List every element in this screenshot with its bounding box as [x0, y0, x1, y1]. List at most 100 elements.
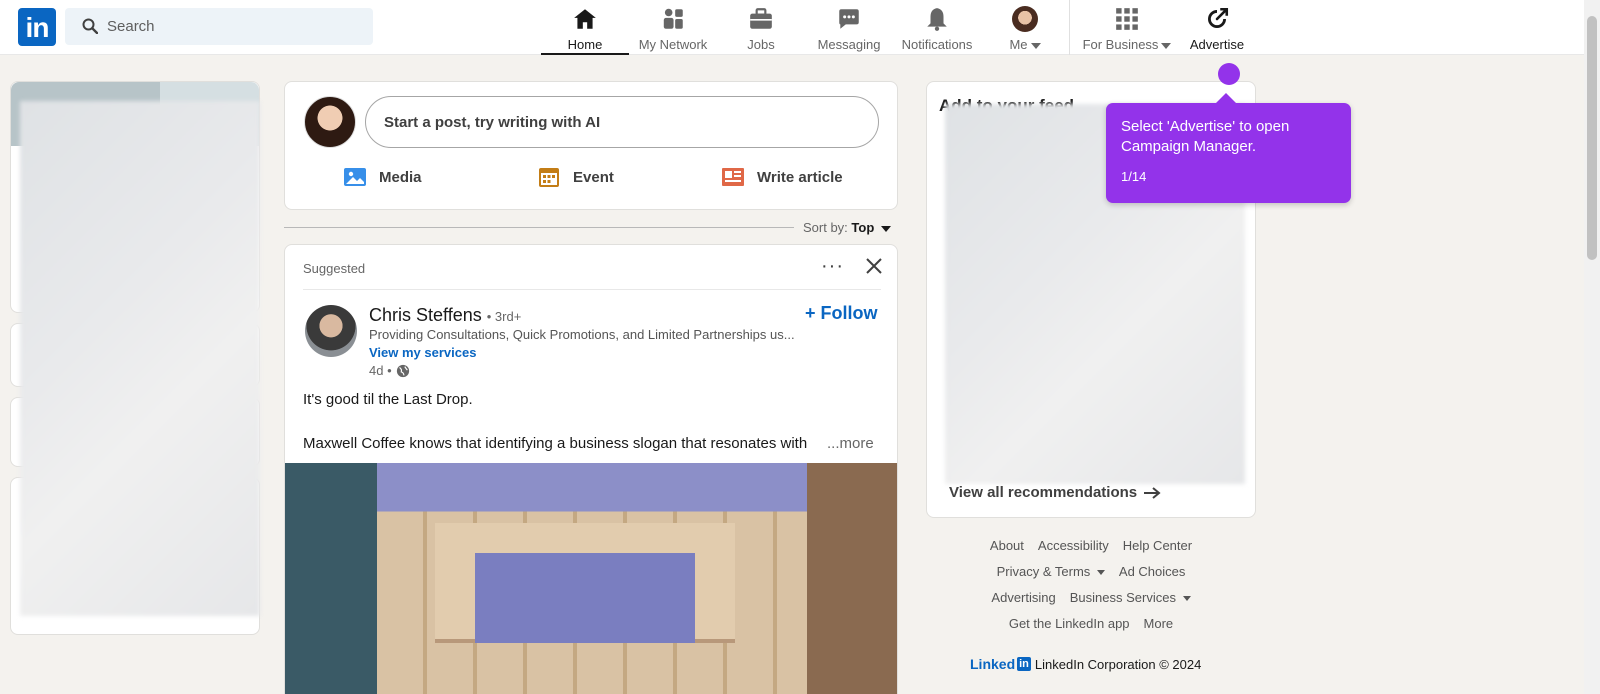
sort-value: Top	[851, 220, 875, 235]
suggested-label: Suggested	[303, 261, 366, 276]
nav-my-network-label: My Network	[638, 37, 708, 52]
guide-beacon[interactable]	[1218, 63, 1240, 85]
chevron-down-icon	[880, 225, 891, 232]
nav-home[interactable]: Home	[541, 4, 629, 55]
linkedin-logo[interactable]: in	[18, 8, 56, 46]
footer-link-business-label: Business Services	[1069, 590, 1176, 605]
nav-jobs[interactable]: Jobs	[717, 4, 805, 55]
footer-link-advertising[interactable]: Advertising	[991, 590, 1055, 616]
sort-bar: Sort by: Top	[284, 220, 898, 236]
author-avatar[interactable]	[305, 305, 357, 357]
nav-divider	[1069, 0, 1070, 55]
footer-logo-text: Linked	[970, 656, 1016, 672]
nav-messaging-label: Messaging	[817, 37, 881, 52]
post-composer: Start a post, try writing with AI Media …	[284, 81, 898, 210]
scrollbar-thumb[interactable]	[1587, 16, 1597, 260]
sort-dropdown[interactable]: Sort by: Top	[803, 220, 891, 235]
grid-icon	[1116, 8, 1138, 30]
footer-link-accessibility[interactable]: Accessibility	[1038, 538, 1109, 564]
post-time-text: 4d •	[369, 363, 392, 378]
more-options-icon[interactable]: ···	[821, 255, 844, 278]
nav-advertise[interactable]: Advertise	[1177, 4, 1257, 55]
footer-logo-box: in	[1017, 657, 1031, 671]
blurred-region	[20, 101, 260, 616]
nav-for-business-label-wrap: For Business	[1077, 37, 1177, 52]
author-name[interactable]: Chris Steffens • 3rd+	[369, 305, 521, 326]
nav-jobs-label: Jobs	[747, 37, 775, 52]
view-services-link[interactable]: View my services	[369, 345, 476, 360]
post-text: Maxwell Coffee knows that identifying a …	[303, 435, 808, 452]
nav-notifications[interactable]: Notifications	[893, 4, 981, 55]
author-headline: Providing Consultations, Quick Promotion…	[369, 327, 795, 342]
sort-divider	[284, 227, 794, 228]
post-text: It's good til the Last Drop.	[303, 391, 473, 408]
footer-row: Privacy & Terms Ad Choices	[926, 564, 1256, 590]
view-all-recommendations-link[interactable]: View all recommendations	[949, 484, 1161, 501]
connection-degree: • 3rd+	[486, 309, 522, 324]
home-icon	[574, 9, 596, 29]
sort-label: Sort by:	[803, 220, 848, 235]
see-more-link[interactable]: ...more	[827, 435, 874, 452]
feed-post: Suggested ··· Chris Steffens • 3rd+ Prov…	[284, 244, 898, 694]
chevron-down-icon	[1030, 42, 1041, 49]
chat-icon	[839, 9, 859, 29]
footer-link-more[interactable]: More	[1144, 616, 1174, 642]
search-box[interactable]	[65, 8, 373, 45]
media-button[interactable]: Media	[343, 162, 422, 192]
post-media[interactable]	[285, 463, 897, 694]
nav-for-business[interactable]: For Business	[1077, 4, 1177, 55]
search-icon	[82, 18, 98, 34]
nav-me[interactable]: Me	[981, 4, 1069, 55]
close-icon[interactable]	[863, 255, 885, 277]
nav-for-business-label: For Business	[1082, 37, 1159, 52]
chevron-down-icon	[1096, 570, 1105, 576]
nav-my-network[interactable]: My Network	[629, 4, 717, 55]
nav-messaging[interactable]: Messaging	[805, 4, 893, 55]
footer-link-about[interactable]: About	[990, 538, 1024, 564]
bell-icon	[927, 8, 947, 31]
advertise-icon	[1208, 7, 1229, 28]
view-all-label: View all recommendations	[949, 484, 1138, 501]
search-input[interactable]	[107, 8, 367, 45]
author-name-text: Chris Steffens	[369, 305, 482, 325]
chevron-down-icon	[1182, 596, 1191, 602]
footer-link-privacy-terms[interactable]: Privacy & Terms	[997, 564, 1105, 590]
post-time: 4d •	[369, 363, 410, 378]
nav-me-label: Me	[1009, 37, 1028, 52]
start-post-button[interactable]: Start a post, try writing with AI	[365, 96, 879, 148]
tooltip-message: Select 'Advertise' to open Campaign Mana…	[1121, 118, 1290, 155]
guide-tooltip: Select 'Advertise' to open Campaign Mana…	[1106, 93, 1351, 203]
footer-row: Get the LinkedIn app More	[926, 616, 1256, 642]
footer-links: About Accessibility Help Center Privacy …	[926, 538, 1256, 642]
nav-me-label-wrap: Me	[981, 37, 1069, 52]
nav-advertise-label: Advertise	[1189, 37, 1245, 52]
footer-row: About Accessibility Help Center	[926, 538, 1256, 564]
event-button[interactable]: Event	[537, 162, 614, 192]
footer-link-get-app[interactable]: Get the LinkedIn app	[1009, 616, 1130, 642]
footer-link-help-center[interactable]: Help Center	[1123, 538, 1192, 564]
footer-row: Advertising Business Services	[926, 590, 1256, 616]
top-nav: in Home My Network Jobs Messaging Notifi…	[0, 0, 1584, 55]
me-avatar	[1012, 6, 1038, 32]
media-image-detail	[475, 553, 695, 643]
tooltip-step-counter: 1/14	[1121, 169, 1147, 184]
page-scrollbar[interactable]	[1584, 0, 1600, 694]
follow-button[interactable]: + Follow	[805, 303, 878, 324]
globe-icon	[396, 364, 409, 377]
footer-link-ad-choices[interactable]: Ad Choices	[1119, 564, 1185, 590]
copyright-text: LinkedIn Corporation © 2024	[1034, 656, 1202, 672]
arrow-right-icon	[1144, 486, 1161, 499]
nav-home-label: Home	[567, 37, 603, 52]
event-label: Event	[573, 168, 614, 186]
calendar-icon	[539, 168, 559, 187]
chevron-down-icon	[1161, 42, 1172, 49]
write-article-button[interactable]: Write article	[721, 162, 843, 192]
post-divider	[303, 289, 881, 290]
footer-link-privacy-label: Privacy & Terms	[996, 564, 1091, 579]
avatar[interactable]	[304, 96, 356, 148]
footer-link-business-services[interactable]: Business Services	[1070, 590, 1191, 616]
nav-notifications-label: Notifications	[901, 37, 973, 52]
article-icon	[722, 168, 744, 186]
briefcase-icon	[750, 8, 772, 29]
network-icon	[663, 8, 683, 29]
